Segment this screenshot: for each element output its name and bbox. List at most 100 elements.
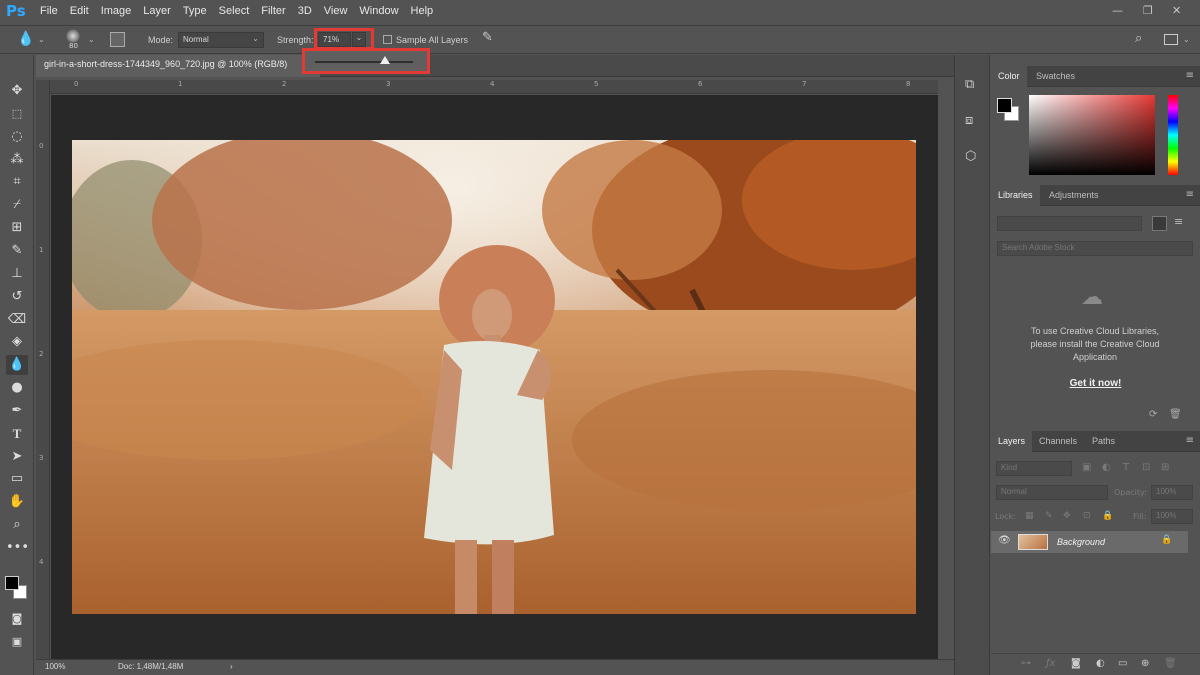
panel-menu-icon[interactable]: ≡ bbox=[1186, 70, 1194, 81]
dodge-tool-icon[interactable]: ● bbox=[6, 378, 28, 398]
pressure-icon[interactable]: ✎ bbox=[482, 30, 493, 45]
mode-select[interactable]: Normal ⌄ bbox=[178, 32, 264, 48]
chevron-down-icon[interactable]: ⌄ bbox=[38, 35, 45, 44]
layer-row-background[interactable]: 👁 Background 🔒 bbox=[991, 531, 1188, 553]
healing-brush-tool-icon[interactable]: ⊞ bbox=[6, 218, 28, 238]
tab-libraries[interactable]: Libraries bbox=[991, 185, 1040, 206]
tab-adjustments[interactable]: Adjustments bbox=[1042, 185, 1106, 206]
foreground-color-swatch[interactable] bbox=[5, 576, 19, 590]
marquee-tool-icon[interactable]: ⬚ bbox=[6, 104, 28, 124]
panel-menu-icon[interactable]: ≡ bbox=[1186, 435, 1194, 446]
list-view-icon[interactable]: ≡ bbox=[1174, 215, 1183, 228]
sample-all-layers-checkbox[interactable] bbox=[383, 35, 392, 44]
fx-icon[interactable]: ƒx bbox=[1046, 658, 1055, 669]
pen-tool-icon[interactable]: ✒ bbox=[6, 401, 28, 421]
blend-mode-select[interactable]: Normal bbox=[996, 485, 1108, 500]
restore-button[interactable]: ❐ bbox=[1143, 4, 1153, 17]
status-menu-arrow[interactable]: › bbox=[230, 662, 233, 671]
document-tab[interactable]: girl-in-a-short-dress-1744349_960_720.jp… bbox=[36, 55, 320, 77]
tab-swatches[interactable]: Swatches bbox=[1029, 66, 1082, 87]
menu-layer[interactable]: Layer bbox=[143, 5, 171, 17]
menu-edit[interactable]: Edit bbox=[70, 5, 89, 17]
fill-input[interactable]: 100% bbox=[1151, 509, 1193, 524]
add-mask-icon[interactable]: ◙ bbox=[1071, 658, 1081, 669]
more-tools-icon[interactable]: ••• bbox=[6, 538, 29, 558]
get-it-now-link[interactable]: Get it now! bbox=[991, 378, 1200, 389]
tab-layers[interactable]: Layers bbox=[991, 431, 1033, 452]
type-tool-icon[interactable]: T bbox=[6, 424, 28, 444]
foreground-color-swatch[interactable] bbox=[997, 98, 1012, 113]
layer-name[interactable]: Background bbox=[1057, 537, 1105, 547]
search-icon[interactable]: ⌕ bbox=[1135, 31, 1142, 46]
trash-icon[interactable]: 🗑 bbox=[1169, 409, 1182, 420]
link-layers-icon[interactable]: ⊶ bbox=[1021, 658, 1031, 669]
brush-preview-icon[interactable] bbox=[66, 29, 80, 43]
zoom-level[interactable]: 100% bbox=[45, 662, 65, 671]
tab-color[interactable]: Color bbox=[991, 66, 1027, 87]
path-selection-tool-icon[interactable]: ➤ bbox=[6, 447, 28, 467]
quick-mask-icon[interactable]: ◙ bbox=[6, 609, 28, 629]
color-picker-field[interactable] bbox=[1029, 95, 1155, 175]
adjustment-layer-icon[interactable]: ◐ bbox=[1096, 658, 1105, 669]
eyedropper-tool-icon[interactable]: ⌿ bbox=[6, 195, 28, 215]
grid-view-icon[interactable] bbox=[1152, 216, 1167, 231]
properties-icon[interactable]: ⧈ bbox=[965, 113, 973, 128]
menu-window[interactable]: Window bbox=[359, 5, 398, 17]
lock-transparency-icon[interactable]: ▦ bbox=[1025, 511, 1034, 521]
lock-position-icon[interactable]: ✥ bbox=[1063, 511, 1071, 521]
clone-stamp-tool-icon[interactable]: ⊥ bbox=[6, 264, 28, 284]
close-button[interactable]: ✕ bbox=[1172, 4, 1181, 17]
history-icon[interactable]: ⧉ bbox=[965, 77, 974, 92]
type-filter-icon[interactable]: T bbox=[1123, 462, 1129, 473]
pixel-filter-icon[interactable]: ▣ bbox=[1082, 462, 1091, 473]
stock-search-input[interactable]: Search Adobe Stock bbox=[997, 241, 1193, 256]
blur-tool-icon[interactable]: 💧 bbox=[6, 355, 28, 375]
trash-icon[interactable]: 🗑 bbox=[1164, 658, 1177, 669]
screen-mode-icon[interactable]: ▣ bbox=[6, 632, 28, 652]
menu-type[interactable]: Type bbox=[183, 5, 207, 17]
strength-dropdown-button[interactable]: ⌄ bbox=[352, 32, 366, 47]
menu-view[interactable]: View bbox=[324, 5, 348, 17]
lock-all-icon[interactable]: 🔒 bbox=[1102, 511, 1113, 521]
lock-artboard-icon[interactable]: ⊡ bbox=[1083, 511, 1091, 521]
move-tool-icon[interactable]: ✥ bbox=[6, 81, 28, 101]
lasso-tool-icon[interactable]: ◌ bbox=[6, 127, 28, 147]
brush-panel-icon[interactable] bbox=[110, 32, 125, 47]
new-layer-icon[interactable]: ⊕ bbox=[1141, 658, 1149, 669]
strength-slider-track[interactable] bbox=[315, 61, 413, 63]
workspace-icon[interactable] bbox=[1164, 34, 1178, 45]
strength-input[interactable]: 71% bbox=[318, 32, 351, 47]
document-image[interactable] bbox=[72, 140, 916, 614]
3d-cube-icon[interactable]: ⬡ bbox=[965, 149, 976, 164]
history-brush-tool-icon[interactable]: ↺ bbox=[6, 287, 28, 307]
menu-file[interactable]: File bbox=[40, 5, 58, 17]
menu-3d[interactable]: 3D bbox=[298, 5, 312, 17]
adjustment-filter-icon[interactable]: ◐ bbox=[1102, 462, 1111, 473]
lock-pixels-icon[interactable]: ✎ bbox=[1045, 511, 1053, 521]
menu-help[interactable]: Help bbox=[411, 5, 434, 17]
eraser-tool-icon[interactable]: ⌫ bbox=[6, 310, 28, 330]
hue-slider[interactable] bbox=[1168, 95, 1178, 175]
library-select[interactable] bbox=[997, 216, 1142, 231]
menu-select[interactable]: Select bbox=[219, 5, 250, 17]
crop-tool-icon[interactable]: ⌗ bbox=[6, 172, 28, 192]
magic-wand-tool-icon[interactable]: ⁂ bbox=[6, 150, 28, 170]
smart-object-filter-icon[interactable]: ⊞ bbox=[1161, 462, 1169, 473]
tab-paths[interactable]: Paths bbox=[1085, 431, 1122, 452]
brush-tool-icon[interactable]: ✎ bbox=[6, 241, 28, 261]
strength-slider-thumb[interactable] bbox=[379, 56, 390, 64]
sync-icon[interactable]: ⟳ bbox=[1149, 409, 1157, 420]
layer-filter-select[interactable]: Kind bbox=[996, 461, 1072, 476]
new-group-icon[interactable]: ▭ bbox=[1118, 658, 1127, 669]
menu-image[interactable]: Image bbox=[101, 5, 132, 17]
eye-icon[interactable]: 👁 bbox=[998, 535, 1011, 546]
shape-filter-icon[interactable]: ⊡ bbox=[1142, 462, 1150, 473]
tab-channels[interactable]: Channels bbox=[1032, 431, 1084, 452]
opacity-input[interactable]: 100% bbox=[1151, 485, 1193, 500]
rectangle-tool-icon[interactable]: ▭ bbox=[6, 469, 28, 489]
blur-tool-icon[interactable]: 💧 bbox=[17, 31, 34, 47]
hand-tool-icon[interactable]: ✋ bbox=[6, 492, 28, 512]
panel-menu-icon[interactable]: ≡ bbox=[1186, 189, 1194, 200]
zoom-tool-icon[interactable]: ⌕ bbox=[6, 515, 28, 535]
chevron-down-icon[interactable]: ⌄ bbox=[88, 35, 95, 44]
